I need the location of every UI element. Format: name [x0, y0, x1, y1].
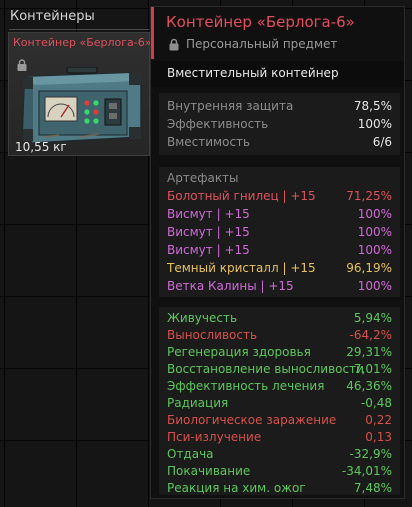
- artifact-row: Болотный гнилец | +15 71,25%: [167, 187, 392, 205]
- stat-value: 100%: [357, 117, 392, 131]
- effect-name: Пси-излучение: [167, 430, 262, 444]
- artifact-row: Висмут | +15 100%: [167, 223, 392, 241]
- effect-value: 0,13: [365, 430, 392, 444]
- effect-name: Радиация: [167, 396, 229, 410]
- effect-value: 5,94%: [353, 311, 392, 325]
- artifacts-block: Артефакты Болотный гнилец | +15 71,25% В…: [159, 167, 400, 297]
- artifact-row: Темный кристалл | +15 96,19%: [167, 259, 392, 277]
- artifact-value: 100%: [357, 243, 392, 257]
- stat-label: Внутренняя защита: [167, 99, 294, 113]
- effect-row: Радиация -0,48: [167, 394, 392, 412]
- artifact-value: 100%: [357, 279, 392, 293]
- effect-value: -34,01%: [341, 464, 392, 478]
- effect-row: Регенерация здоровья 29,31%: [167, 343, 392, 361]
- effect-name: Живучесть: [167, 311, 238, 325]
- artifact-value: 100%: [357, 225, 392, 239]
- artifact-value: 71,25%: [346, 189, 392, 203]
- artifact-row: Ветка Калины | +15 100%: [167, 277, 392, 295]
- artifact-value: 96,19%: [346, 261, 392, 275]
- artifact-name: Темный кристалл | +15: [167, 261, 316, 275]
- effects-block: Живучесть 5,94% Выносливость -64,2% Реге…: [159, 307, 400, 495]
- effect-row: Пси-излучение 0,13: [167, 428, 392, 446]
- tooltip-title: Контейнер «Берлога-6»: [166, 13, 355, 31]
- effect-name: Выносливость: [167, 328, 258, 342]
- stats-block: Внутренняя защита 78,5% Эффективность 10…: [159, 93, 400, 155]
- effect-value: 46,36%: [346, 379, 392, 393]
- effect-row: Покачивание -34,01%: [167, 462, 392, 480]
- effect-value: -0,48: [360, 396, 392, 410]
- container-icon: [22, 67, 142, 144]
- effect-name: Отдача: [167, 447, 214, 461]
- stat-row: Вместимость 6/6: [167, 133, 392, 151]
- artifact-value: 100%: [357, 207, 392, 221]
- artifact-name: Болотный гнилец | +15: [167, 189, 316, 203]
- section-title: Контейнеры: [10, 9, 95, 24]
- effect-name: Восстановление выносливости: [167, 362, 364, 376]
- section-divider: [9, 29, 149, 30]
- inventory-panel: Контейнеры Контейнер «Берлога-6» 10,55 к…: [4, 4, 152, 156]
- inventory-item-card[interactable]: Контейнер «Берлога-6» 10,55 кг: [8, 32, 152, 156]
- effect-value: -64,2%: [349, 328, 392, 342]
- artifact-name: Висмут | +15: [167, 225, 250, 239]
- effect-row: Живучесть 5,94%: [167, 309, 392, 327]
- effect-name: Эффективность лечения: [167, 379, 325, 393]
- item-tooltip: Контейнер «Берлога-6» Персональный предм…: [150, 6, 405, 499]
- stat-value: 78,5%: [353, 99, 392, 113]
- effect-name: Реакция на хим. ожог: [167, 481, 306, 495]
- artifacts-heading: Артефакты: [167, 171, 239, 185]
- lock-icon: [169, 38, 179, 51]
- effect-row: Биологическое заражение 0,22: [167, 411, 392, 429]
- effect-row: Выносливость -64,2%: [167, 326, 392, 344]
- artifact-name: Висмут | +15: [167, 207, 250, 221]
- artifact-row: Висмут | +15 100%: [167, 205, 392, 223]
- effect-value: 7,01%: [353, 362, 392, 376]
- effect-name: Покачивание: [167, 464, 251, 478]
- item-name: Контейнер «Берлога-6»: [13, 36, 152, 49]
- effect-value: 29,31%: [346, 345, 392, 359]
- effect-row: Реакция на хим. ожог 7,48%: [167, 479, 392, 497]
- effect-value: 7,48%: [353, 481, 392, 495]
- artifact-name: Ветка Калины | +15: [167, 279, 294, 293]
- tooltip-subtitle: Персональный предмет: [186, 37, 338, 51]
- stat-row: Внутренняя защита 78,5%: [167, 97, 392, 115]
- effect-row: Отдача -32,9%: [167, 445, 392, 463]
- item-weight: 10,55 кг: [15, 140, 67, 154]
- rarity-accent-bar: [151, 7, 154, 59]
- artifact-row: Висмут | +15 100%: [167, 241, 392, 259]
- effect-row: Восстановление выносливости 7,01%: [167, 360, 392, 378]
- stat-label: Эффективность: [167, 117, 269, 131]
- stat-value: 6/6: [372, 135, 392, 149]
- artifact-name: Висмут | +15: [167, 243, 250, 257]
- effect-row: Эффективность лечения 46,36%: [167, 377, 392, 395]
- effect-value: 0,22: [365, 413, 392, 427]
- effect-name: Регенерация здоровья: [167, 345, 311, 359]
- stat-label: Вместимость: [167, 135, 251, 149]
- stat-row: Эффективность 100%: [167, 115, 392, 133]
- effect-name: Биологическое заражение: [167, 413, 337, 427]
- tooltip-category: Вместительный контейнер: [167, 66, 339, 80]
- effect-value: -32,9%: [349, 447, 392, 461]
